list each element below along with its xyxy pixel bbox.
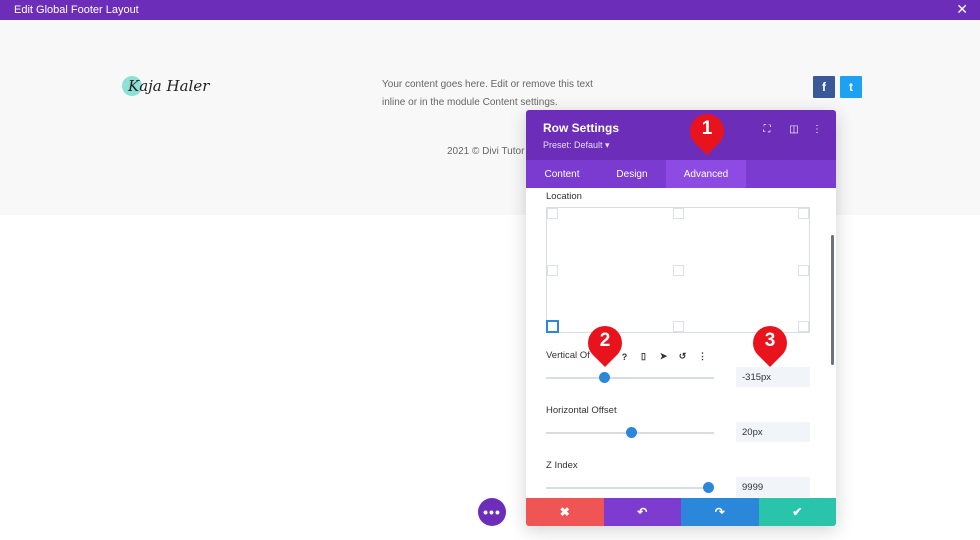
tab-design[interactable]: Design xyxy=(598,160,666,188)
row-settings-panel: Row Settings Preset: Default ▾ ⛶ ◫ ⋮ Con… xyxy=(526,110,836,526)
marker-number: 2 xyxy=(599,330,611,351)
location-bottom-center[interactable] xyxy=(673,321,684,332)
settings-tabs: Content Design Advanced xyxy=(526,160,836,188)
vertical-offset-input[interactable]: -315px xyxy=(736,367,810,387)
panel-scrollbar[interactable] xyxy=(831,235,834,365)
columns-icon[interactable]: ◫ xyxy=(787,122,801,136)
z-index-slider[interactable] xyxy=(546,487,714,489)
location-middle-right[interactable] xyxy=(798,265,809,276)
mobile-icon[interactable]: ▯ xyxy=(637,350,650,363)
undo-button[interactable]: ↶ xyxy=(603,498,681,526)
top-bar: Edit Global Footer Layout ✕ xyxy=(0,0,980,20)
vertical-offset-thumb[interactable] xyxy=(599,372,611,383)
tab-content[interactable]: Content xyxy=(526,160,598,188)
location-label: Location xyxy=(546,191,582,202)
location-middle-left[interactable] xyxy=(547,265,558,276)
reset-icon[interactable]: ↺ xyxy=(676,350,689,363)
close-icon[interactable]: ✕ xyxy=(956,1,968,18)
page-settings-button[interactable]: ••• xyxy=(478,498,506,526)
cancel-button[interactable]: ✖ xyxy=(526,498,604,526)
facebook-icon[interactable]: f xyxy=(813,76,835,98)
panel-header: Row Settings Preset: Default ▾ ⛶ ◫ ⋮ xyxy=(526,110,836,160)
marker-3: 3 xyxy=(745,318,795,368)
horizontal-offset-thumb[interactable] xyxy=(626,427,638,438)
panel-title: Row Settings xyxy=(543,121,620,135)
location-top-center[interactable] xyxy=(673,208,684,219)
marker-number: 3 xyxy=(764,330,776,351)
window-title: Edit Global Footer Layout xyxy=(14,4,139,16)
location-grid xyxy=(546,207,810,333)
z-index-thumb[interactable] xyxy=(703,482,715,493)
logo: Kaja Haler xyxy=(122,76,209,96)
horizontal-offset-input[interactable]: 20px xyxy=(736,422,810,442)
panel-body: Location Vertical Of ? ▯ ➤ ↺ ⋮ -315px Ho… xyxy=(526,188,836,498)
location-bottom-left[interactable] xyxy=(546,320,559,333)
vertical-offset-slider[interactable] xyxy=(546,377,714,379)
panel-footer: ✖ ↶ ↷ ✔ xyxy=(526,498,836,526)
logo-text: Kaja Haler xyxy=(128,77,210,95)
pointer-icon[interactable]: ➤ xyxy=(657,350,670,363)
tab-advanced[interactable]: Advanced xyxy=(666,160,746,188)
save-button[interactable]: ✔ xyxy=(758,498,836,526)
marker-2: 2 xyxy=(580,318,630,368)
location-bottom-right[interactable] xyxy=(798,321,809,332)
more-options-icon[interactable]: ⋮ xyxy=(810,122,824,136)
marker-1: 1 xyxy=(682,106,732,156)
location-top-left[interactable] xyxy=(547,208,558,219)
location-top-right[interactable] xyxy=(798,208,809,219)
redo-button[interactable]: ↷ xyxy=(681,498,759,526)
fullscreen-icon[interactable]: ⛶ xyxy=(760,122,774,136)
z-index-label: Z Index xyxy=(546,460,578,471)
vertical-offset-label: Vertical Of xyxy=(546,350,590,361)
footer-content-text: Your content goes here. Edit or remove t… xyxy=(382,79,593,108)
horizontal-offset-label: Horizontal Offset xyxy=(546,405,617,416)
copyright-text: 2021 © Divi Tutor xyxy=(447,146,525,157)
marker-number: 1 xyxy=(701,118,713,139)
more-vertical-icon[interactable]: ⋮ xyxy=(696,350,709,363)
twitter-icon[interactable]: t xyxy=(840,76,862,98)
z-index-input[interactable]: 9999 xyxy=(736,477,810,497)
location-middle-center[interactable] xyxy=(673,265,684,276)
preset-selector[interactable]: Preset: Default ▾ xyxy=(543,140,610,151)
